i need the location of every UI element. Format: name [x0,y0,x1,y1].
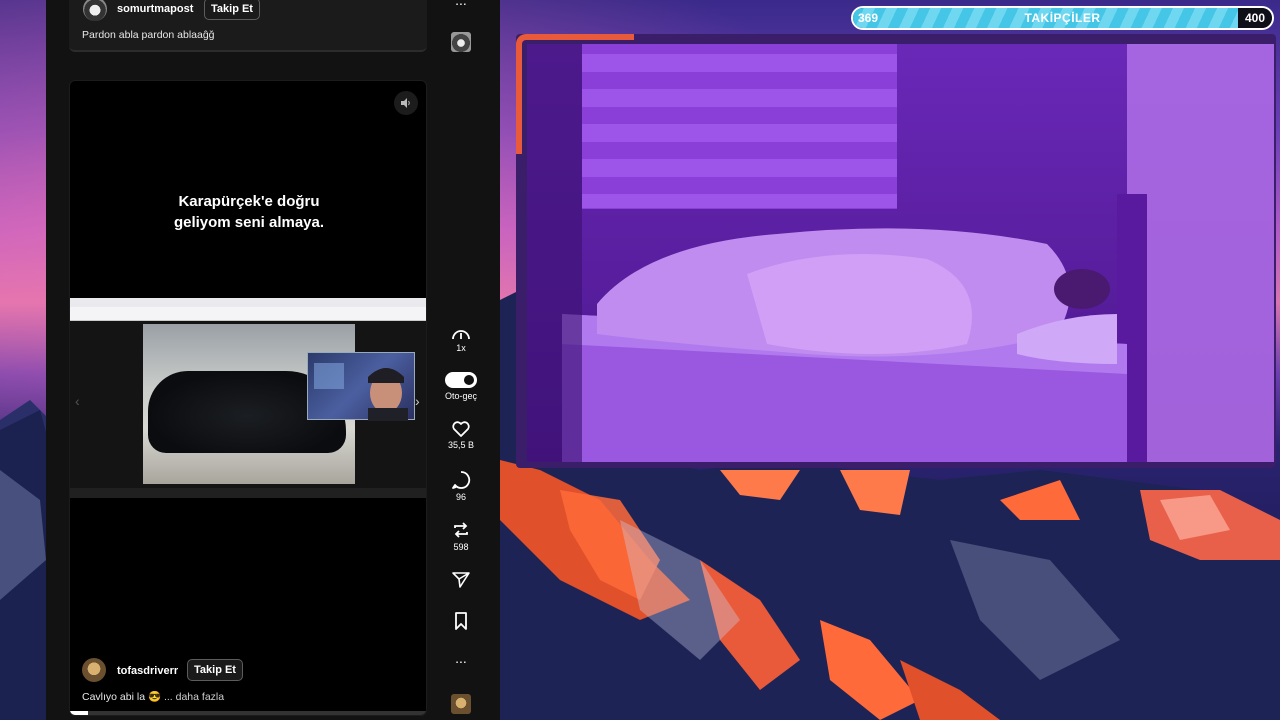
comment-button[interactable]: 96 [436,470,486,502]
streamer-webcam-inset [307,352,415,421]
autoplay-label: Oto-geç [444,391,477,401]
bookmark-icon [455,612,467,630]
goal-target-value: 400 [1238,8,1272,28]
like-button[interactable]: 35,5 B [436,420,486,450]
more-dots: ... [455,0,467,8]
repost-icon [454,522,468,538]
bookmark-button[interactable] [436,612,486,632]
video-progress-fill [70,711,88,715]
webcam-feed [527,44,1274,462]
overlay-line-2: geliyom seni almaya. [173,214,325,231]
repost-count: 598 [453,542,469,552]
overlay-line-1: Karapürçek'e doğru [178,193,320,210]
browser-url-bar [70,307,426,321]
caption-text: Cavlıyo abi la 😎 [82,691,162,703]
followers-goal-bar: TAKİPÇİLER 369 400 [851,6,1274,30]
more-link[interactable]: ... daha fazla [164,691,224,703]
post-username[interactable]: somurtmapost [117,3,193,15]
repost-button[interactable]: 598 [436,520,486,552]
user-avatar[interactable] [82,658,106,682]
like-count: 35,5 B [447,440,475,450]
speed-label: 1x [456,343,466,353]
post-caption: Pardon abla pardon ablaaĝğ [82,29,215,41]
goal-title: TAKİPÇİLER [1024,11,1101,25]
more-options-button[interactable]: ... [436,0,486,8]
gallery-prev-arrow-icon[interactable]: ‹ [75,393,80,409]
goal-current-value: 369 [858,11,879,25]
follow-button[interactable]: Takip Et [204,0,260,20]
heart-icon [452,421,470,437]
video-screen-capture: ‹ › [70,298,426,498]
autoplay-toggle[interactable]: Oto-geç [436,372,486,401]
more-dots: ... [455,650,467,666]
post-username[interactable]: tofasdriverr [117,665,178,677]
windows-taskbar [70,488,426,498]
toggle-switch[interactable] [445,372,477,388]
post-caption: Cavlıyo abi la 😎 ... daha fazla [82,690,224,703]
user-avatar[interactable] [83,0,107,21]
share-button[interactable] [436,571,486,591]
previous-post-card[interactable]: somurtmapost Takip Et Pardon abla pardon… [69,0,427,52]
video-progress-bar[interactable] [70,711,426,715]
video-post-card[interactable]: Karapürçek'e doğru geliyom seni almaya. … [69,80,427,716]
send-icon [452,572,470,588]
browser-tab-bar [70,298,426,307]
speaker-icon [401,98,410,108]
comment-count: 96 [455,492,466,502]
next-post-thumbnail[interactable] [451,694,471,714]
playback-speed-button[interactable]: 1x [436,327,486,353]
gallery-next-arrow-icon[interactable]: › [415,393,420,409]
volume-button[interactable] [394,91,418,115]
follow-button[interactable]: Takip Et [187,659,243,681]
video-overlay-text: Karapürçek'e doğru geliyom seni almaya. [70,191,426,233]
speedometer-icon [452,330,470,340]
previous-post-thumbnail[interactable] [451,32,471,52]
comment-bubble-icon [452,471,471,489]
more-options-button[interactable]: ... [436,650,486,666]
webcam-corner-accent [516,34,634,154]
